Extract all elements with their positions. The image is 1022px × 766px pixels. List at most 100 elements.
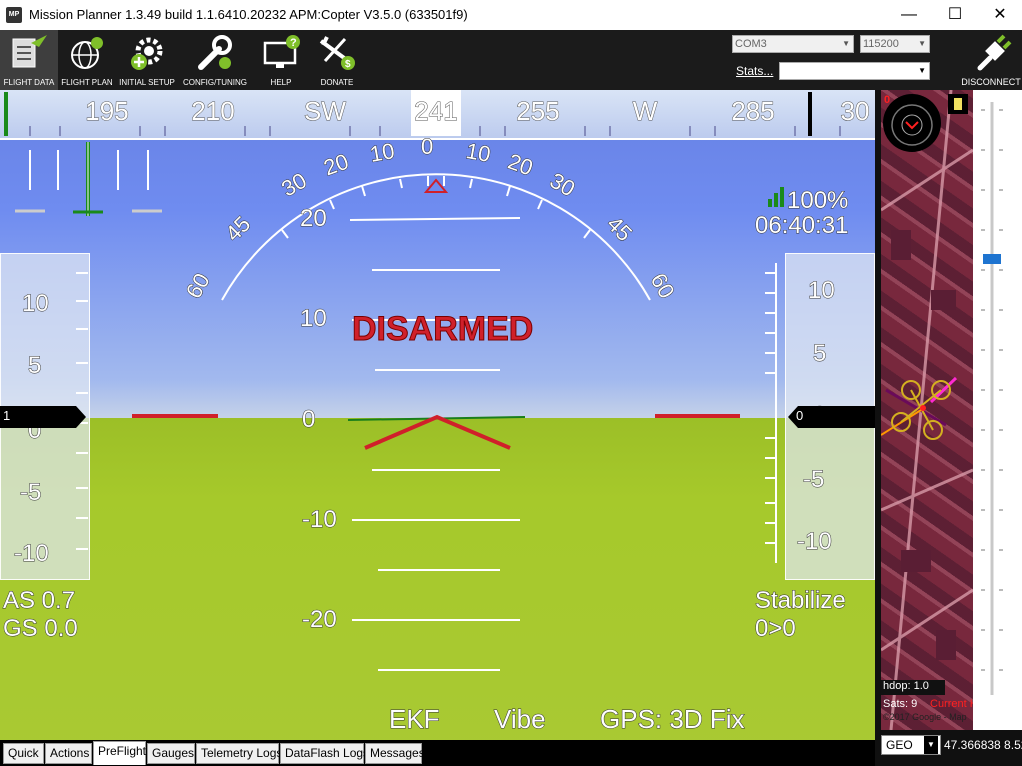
heading-label: 210 [191, 96, 235, 127]
baud-select[interactable]: 115200 ▼ [860, 35, 930, 53]
pitch-ladder [132, 217, 740, 671]
pitch-label: 20 [300, 205, 328, 233]
chevron-down-icon: ▼ [918, 39, 926, 48]
tab-telemetry-logs[interactable]: Telemetry Logs [196, 743, 282, 764]
altitude-scale-label: -10 [797, 528, 833, 556]
heading-label: 195 [85, 96, 129, 127]
waypoint-text: 0>0 [755, 615, 797, 643]
airspeed-scale-label: -5 [19, 479, 42, 507]
minimize-button[interactable]: — [886, 0, 932, 30]
compass [883, 94, 941, 152]
roll-label: 0 [420, 134, 434, 160]
compass-zero: 0 [884, 94, 891, 106]
flight-plan-icon [71, 37, 103, 69]
baud-value: 115200 [863, 38, 899, 50]
svg-text:$: $ [345, 59, 351, 70]
tab-actions[interactable]: Actions [45, 743, 92, 764]
initial-setup-button[interactable]: INITIAL SETUP [118, 30, 176, 90]
airspeed-scale-label: 10 [22, 290, 50, 318]
heading-label: 255 [516, 96, 560, 127]
title-bar: MP Mission Planner 1.3.49 build 1.1.6410… [0, 0, 1022, 30]
svg-text:?: ? [290, 37, 297, 49]
sats-text: Sats: 9 [883, 698, 918, 710]
signal-icon [768, 187, 784, 207]
coords-text: 47.366838 8.52 [944, 738, 1022, 752]
map-copyright: ©2017 Google - Map [883, 712, 967, 722]
tab-dataflash-logs[interactable]: DataFlash Logs [280, 743, 369, 764]
flight-plan-button[interactable]: FLIGHT PLAN [58, 30, 116, 90]
pitch-label: -20 [302, 606, 338, 634]
help-icon: ? [263, 35, 300, 68]
compass-icon [891, 104, 933, 146]
hdop-text: hdop: 1.0 [881, 680, 945, 695]
port-value: COM3 [735, 38, 767, 50]
pitch-label: -10 [302, 506, 338, 534]
groundspeed-text: GS 0.0 [3, 615, 79, 643]
battery-icon [948, 94, 968, 114]
tab-quick[interactable]: Quick [3, 743, 44, 764]
airspeed-text: AS 0.7 [2, 587, 76, 615]
app-icon: MP [6, 7, 22, 23]
current-heading-legend: Current Heading [930, 698, 973, 710]
altitude-scale-label: 5 [812, 340, 827, 368]
coord-mode-select[interactable]: GEO ▼ [881, 735, 941, 755]
vibe-button[interactable]: Vibe [494, 704, 547, 735]
disconnect-button[interactable]: DISCONNECT [960, 30, 1022, 90]
flight-mode: Stabilize [755, 587, 847, 615]
flight-data-button[interactable]: FLIGHT DATA [0, 30, 58, 90]
maximize-button[interactable]: ☐ [932, 0, 978, 30]
flight-time: 06:40:31 [754, 212, 849, 240]
map-roads [881, 90, 973, 730]
roll-label: 10 [367, 138, 397, 168]
airspeed-scale-label: -10 [14, 540, 50, 568]
stats-select[interactable]: ▼ [779, 62, 930, 80]
help-button[interactable]: ? HELP [252, 30, 310, 90]
pitch-label: 10 [300, 305, 328, 333]
airspeed-scale-label: 5 [27, 352, 42, 380]
flight-plan-label: FLIGHT PLAN [61, 78, 113, 87]
pitch-label: 0 [301, 406, 316, 434]
config-tuning-label: CONFIG/TUNING [183, 78, 247, 87]
heading-label: W [632, 96, 658, 127]
main-toolbar: FLIGHT DATA FLIGHT PLAN INITIAL SETUP CO… [0, 30, 1022, 90]
initial-setup-icon [131, 37, 163, 70]
tab-preflight[interactable]: PreFlight [93, 741, 146, 765]
flight-data-icon [12, 35, 47, 68]
battery-percent: 100% [786, 187, 849, 215]
zoom-slider-thumb [983, 254, 1001, 264]
chevron-down-icon: ▼ [918, 66, 926, 75]
heading-label: 30 [840, 96, 870, 127]
ekf-button[interactable]: EKF [389, 704, 441, 735]
hud: 195 210 SW 241 255 W 285 30 0 10 20 30 4… [0, 90, 875, 740]
roll-label: 10 [464, 138, 493, 168]
window-title: Mission Planner 1.3.49 build 1.1.6410.20… [29, 7, 468, 22]
donate-label: DONATE [320, 78, 354, 87]
stats-link[interactable]: Stats... [736, 64, 773, 78]
disconnect-label: DISCONNECT [961, 77, 1021, 87]
heading-label: SW [304, 96, 347, 127]
port-select[interactable]: COM3 ▼ [732, 35, 854, 53]
airspeed-value: 1 [3, 408, 11, 423]
donate-button[interactable]: $ DONATE [308, 30, 366, 90]
airspeed-pointer [0, 406, 86, 428]
config-tuning-button[interactable]: CONFIG/TUNING [183, 30, 247, 90]
altitude-scale-label: -5 [802, 466, 825, 494]
tab-messages[interactable]: Messages [365, 743, 425, 764]
bottom-tabs: Quick Actions PreFlight Gauges Telemetry… [0, 740, 875, 766]
chevron-down-icon: ▼ [924, 736, 938, 754]
zoom-slider[interactable] [973, 90, 1022, 730]
chevron-down-icon: ▼ [842, 39, 850, 48]
altitude-value: 0 [796, 408, 804, 423]
altitude-scale-label: 10 [808, 277, 836, 305]
close-button[interactable]: ✕ [977, 0, 1022, 30]
donate-icon: $ [319, 36, 355, 70]
gps-status: GPS: 3D Fix [599, 704, 745, 735]
flight-data-label: FLIGHT DATA [3, 78, 55, 87]
current-heading-label: 241 [414, 96, 458, 127]
config-tuning-icon [198, 35, 232, 70]
zoom-slider-area [973, 90, 1022, 730]
plug-icon [977, 34, 1012, 71]
heading-label: 285 [731, 96, 775, 127]
map-view[interactable]: 0 hdop: 1.0 Sats: 9 Current Heading ©201… [881, 90, 973, 730]
tab-gauges[interactable]: Gauges [147, 743, 195, 764]
